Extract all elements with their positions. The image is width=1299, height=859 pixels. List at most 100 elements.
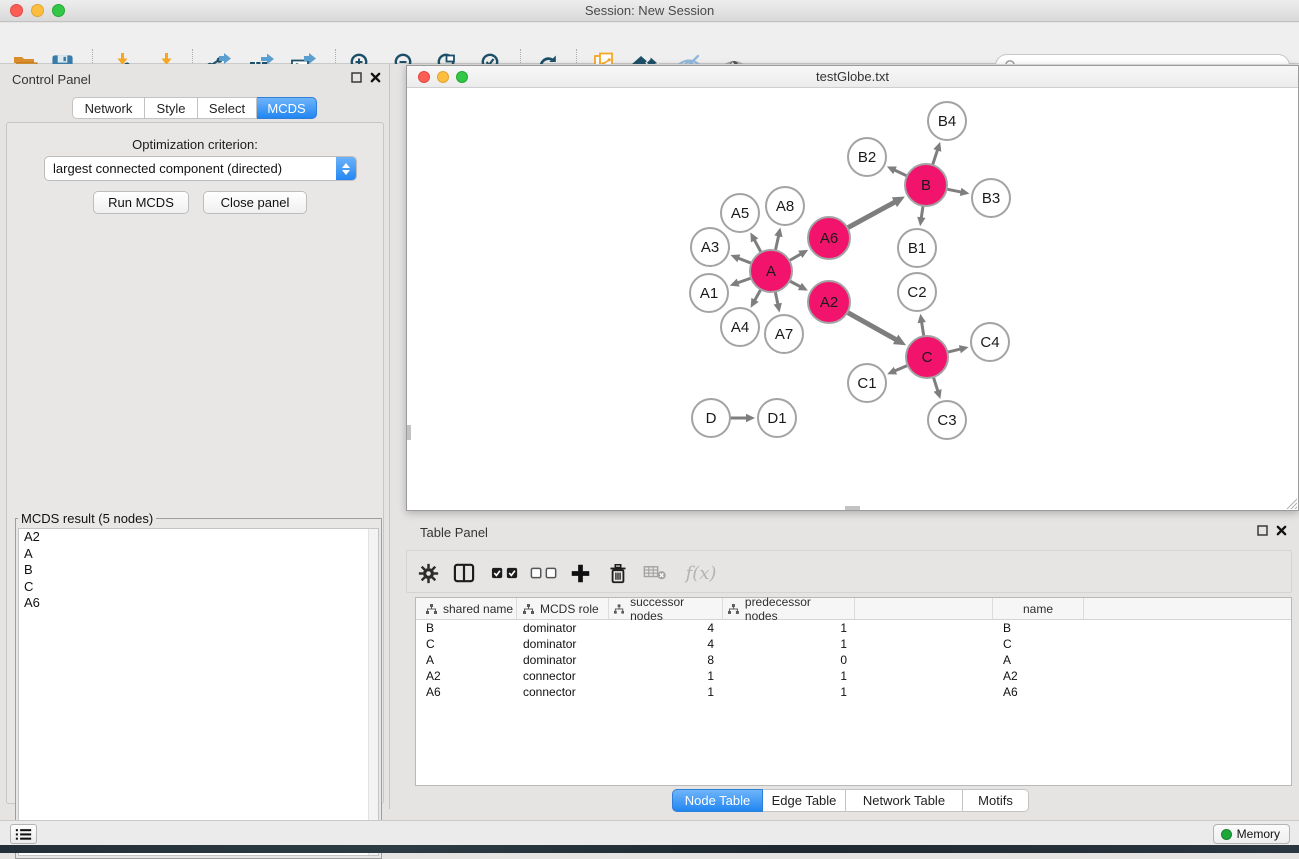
mcds-result-item[interactable]: A xyxy=(19,546,378,563)
graph-edge-C-C3[interactable] xyxy=(934,378,938,390)
resize-grip-icon[interactable] xyxy=(1284,496,1297,509)
mcds-result-list[interactable]: A2ABCA6 xyxy=(18,528,379,856)
graph-edge-B-B1[interactable] xyxy=(921,207,923,218)
select-all-button[interactable] xyxy=(490,560,520,586)
table-row[interactable]: A6connector11A6 xyxy=(416,684,1291,700)
float-panel-icon[interactable] xyxy=(351,72,362,83)
scrollbar-track[interactable] xyxy=(368,529,378,855)
mcds-result-item[interactable]: C xyxy=(19,579,378,596)
table-cell: connector xyxy=(517,668,609,684)
column-header-name[interactable]: name xyxy=(993,598,1084,619)
float-panel-icon[interactable] xyxy=(1257,525,1268,536)
table-row[interactable]: Adominator80A xyxy=(416,652,1291,668)
table-row[interactable]: Bdominator41B xyxy=(416,620,1291,636)
memory-label: Memory xyxy=(1237,827,1280,841)
show-panels-button[interactable] xyxy=(10,824,37,844)
graph-edge-A6-B[interactable] xyxy=(848,202,894,227)
table-cell: dominator xyxy=(517,636,609,652)
minimize-window-button[interactable] xyxy=(31,4,44,17)
graph-edge-B-B3[interactable] xyxy=(948,189,961,192)
graph-edge-A-A2[interactable] xyxy=(790,281,799,286)
table-cell: B xyxy=(416,620,517,636)
graph-node-label: A xyxy=(766,263,776,280)
network-window-titlebar[interactable]: testGlobe.txt xyxy=(407,66,1298,88)
criterion-dropdown[interactable]: largest connected component (directed) xyxy=(44,156,357,181)
graph-node-label: B4 xyxy=(938,113,956,130)
fx-icon: f(x) xyxy=(686,563,717,584)
network-graph[interactable]: B4B2BB3B1A5A8A6A3AA1C2A2A4A7CC4C1C3DD1 xyxy=(407,88,1298,510)
graph-edge-C-C4[interactable] xyxy=(948,349,959,352)
minimize-network-window-button[interactable] xyxy=(437,71,449,83)
mcds-result-item[interactable]: A6 xyxy=(19,595,378,612)
delete-table-button[interactable] xyxy=(642,560,668,586)
table-cell: A2 xyxy=(993,668,1084,684)
graph-node-label: A5 xyxy=(731,205,749,222)
graph-edge-B-B2[interactable] xyxy=(895,170,906,175)
unselect-all-button[interactable] xyxy=(529,560,559,586)
graph-edge-C-C1[interactable] xyxy=(895,366,906,371)
table-cell xyxy=(855,668,993,684)
column-header-shared-name[interactable]: shared name xyxy=(416,598,517,619)
tab-network-table[interactable]: Network Table xyxy=(846,789,963,812)
close-window-button[interactable] xyxy=(10,4,23,17)
graph-node-label: B xyxy=(921,177,931,194)
bottom-scroll-grip[interactable] xyxy=(845,506,860,510)
zoom-window-button[interactable] xyxy=(52,4,65,17)
graph-arrowhead xyxy=(934,389,942,399)
graph-edge-A-A4[interactable] xyxy=(755,290,760,300)
tab-edge-table[interactable]: Edge Table xyxy=(763,789,846,812)
main-toolbar xyxy=(0,23,1299,64)
graph-node-label: B1 xyxy=(908,240,926,257)
graph-edge-A-A7[interactable] xyxy=(775,293,777,304)
table-cell: 4 xyxy=(609,636,723,652)
tab-style[interactable]: Style xyxy=(145,97,198,119)
left-scroll-grip[interactable] xyxy=(407,425,411,440)
graph-node-label: A3 xyxy=(701,239,719,256)
column-label: MCDS role xyxy=(540,602,599,616)
table-cell: A6 xyxy=(416,684,517,700)
table-cell xyxy=(855,636,993,652)
table-cell: 1 xyxy=(723,668,855,684)
column-header-predecessor-nodes[interactable]: predecessor nodes xyxy=(723,598,855,619)
graph-edge-A-A6[interactable] xyxy=(790,254,800,260)
mcds-result-item[interactable]: B xyxy=(19,562,378,579)
tab-network[interactable]: Network xyxy=(72,97,145,119)
graph-edge-A2-C[interactable] xyxy=(848,313,895,340)
mcds-result-item[interactable]: A2 xyxy=(19,529,378,546)
tab-motifs[interactable]: Motifs xyxy=(963,789,1029,812)
close-network-window-button[interactable] xyxy=(418,71,430,83)
graph-edge-A-A8[interactable] xyxy=(776,236,779,249)
close-panel-button[interactable]: Close panel xyxy=(203,191,307,214)
tab-node-table[interactable]: Node Table xyxy=(672,789,763,812)
close-panel-icon[interactable] xyxy=(1276,525,1287,536)
sitemap-icon xyxy=(523,604,534,614)
table-cell: 1 xyxy=(723,620,855,636)
memory-button[interactable]: Memory xyxy=(1213,824,1290,844)
graph-arrowhead xyxy=(959,345,969,353)
graph-node-label: C2 xyxy=(907,284,926,301)
control-panel-title: Control Panel xyxy=(12,72,91,87)
tab-mcds[interactable]: MCDS xyxy=(257,97,317,119)
table-row[interactable]: Cdominator41C xyxy=(416,636,1291,652)
column-header-successor-nodes[interactable]: successor nodes xyxy=(609,598,723,619)
network-canvas[interactable]: B4B2BB3B1A5A8A6A3AA1C2A2A4A7CC4C1C3DD1 xyxy=(407,88,1298,510)
graph-edge-A-A3[interactable] xyxy=(739,258,751,263)
app-titlebar: Session: New Session xyxy=(0,0,1299,22)
zoom-network-window-button[interactable] xyxy=(456,71,468,83)
function-builder-button[interactable]: f(x) xyxy=(683,560,719,586)
show-columns-button[interactable] xyxy=(451,560,477,586)
table-cell xyxy=(855,652,993,668)
close-panel-icon[interactable] xyxy=(370,72,381,83)
table-settings-button[interactable] xyxy=(415,560,441,586)
graph-edge-A-A5[interactable] xyxy=(755,240,761,251)
graph-edge-C-C2[interactable] xyxy=(922,323,924,336)
graph-edge-A-A1[interactable] xyxy=(738,278,750,282)
tab-select[interactable]: Select xyxy=(198,97,257,119)
graph-edge-B-B4[interactable] xyxy=(933,150,937,164)
add-column-button[interactable] xyxy=(567,560,593,586)
delete-columns-button[interactable] xyxy=(605,560,631,586)
network-window: testGlobe.txt B4B2BB3B1A5A8A6A3AA1C2A2A4… xyxy=(406,65,1299,511)
column-header-mcds-role[interactable]: MCDS role xyxy=(517,598,609,619)
run-mcds-button[interactable]: Run MCDS xyxy=(93,191,189,214)
table-row[interactable]: A2connector11A2 xyxy=(416,668,1291,684)
